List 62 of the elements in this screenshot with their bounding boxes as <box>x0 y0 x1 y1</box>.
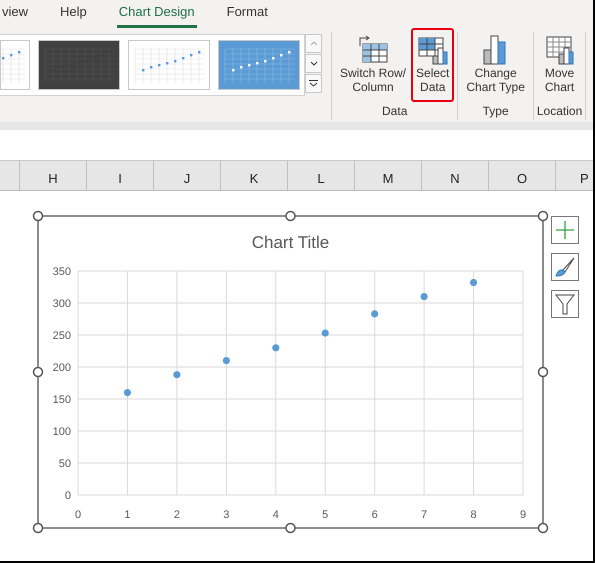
chart-style-thumbnail[interactable] <box>128 40 210 90</box>
x-tick-label: 1 <box>124 509 130 521</box>
ribbon-button[interactable]: Select Data <box>411 28 454 102</box>
ribbon-tab[interactable]: view <box>0 0 30 28</box>
chart-title: Chart Title <box>252 233 330 252</box>
chart-tool-button[interactable] <box>551 290 579 318</box>
y-tick-label: 200 <box>52 362 71 374</box>
plus-icon <box>555 220 575 240</box>
resize-handle[interactable] <box>285 522 296 534</box>
x-tick-label: 9 <box>520 509 526 521</box>
column-header[interactable]: L <box>317 171 325 186</box>
filter-icon <box>554 293 576 315</box>
chevron-up-icon <box>310 41 318 46</box>
scroll-down-button[interactable] <box>305 54 322 73</box>
chart-style-thumbnail[interactable] <box>0 40 30 90</box>
group-label: Location <box>536 103 582 120</box>
resize-handle[interactable] <box>32 366 44 378</box>
y-tick-label: 300 <box>52 298 71 310</box>
x-tick-label: 7 <box>421 509 428 521</box>
more-styles-button[interactable] <box>305 74 322 93</box>
resize-handle[interactable] <box>538 522 548 534</box>
column-header[interactable]: M <box>382 171 394 186</box>
x-tick-label: 2 <box>174 509 180 521</box>
paintbrush-icon <box>554 256 576 278</box>
column-header[interactable]: O <box>516 171 528 186</box>
chart-tool-button[interactable] <box>551 253 579 281</box>
column-header[interactable]: J <box>184 171 190 186</box>
x-tick-label: 3 <box>223 509 230 521</box>
column-header[interactable]: I <box>118 171 122 186</box>
column-header[interactable]: N <box>450 171 460 186</box>
x-tick-label: 6 <box>372 509 378 521</box>
chart-style-thumbnail[interactable] <box>38 40 120 90</box>
chart-tool-button[interactable] <box>551 216 579 244</box>
ribbon-button[interactable]: Change Chart Type <box>461 28 530 102</box>
ribbon-button[interactable]: Move Chart <box>538 28 581 102</box>
x-tick-label: 5 <box>322 509 328 521</box>
expand-icon <box>309 80 318 87</box>
y-tick-label: 250 <box>52 330 71 342</box>
ribbon-tab[interactable]: Format <box>224 0 270 28</box>
column-header[interactable]: P <box>580 171 589 186</box>
group-label: Data <box>382 103 408 120</box>
y-tick-label: 350 <box>52 266 71 278</box>
column-header[interactable]: H <box>48 171 58 186</box>
y-tick-label: 150 <box>52 394 71 406</box>
resize-handle[interactable] <box>538 210 548 222</box>
y-tick-label: 0 <box>64 490 71 502</box>
y-tick-label: 50 <box>58 458 71 470</box>
ribbon-button[interactable]: Switch Row/ Column <box>335 28 412 102</box>
column-header[interactable]: K <box>250 171 258 186</box>
sheet-chart-icon <box>544 34 576 66</box>
chevron-down-icon <box>310 61 318 66</box>
chart-style-thumbnail[interactable] <box>218 40 300 90</box>
group-label: Type <box>482 103 509 120</box>
x-tick-label: 0 <box>74 509 82 521</box>
resize-handle[interactable] <box>538 366 548 378</box>
x-tick-label: 4 <box>272 509 279 521</box>
x-tick-label: 8 <box>470 509 477 521</box>
y-tick-label: 100 <box>52 426 71 438</box>
resize-handle[interactable] <box>32 522 44 534</box>
resize-handle[interactable] <box>285 210 296 222</box>
ribbon-tab[interactable]: Help <box>58 0 89 28</box>
resize-handle[interactable] <box>32 210 44 222</box>
